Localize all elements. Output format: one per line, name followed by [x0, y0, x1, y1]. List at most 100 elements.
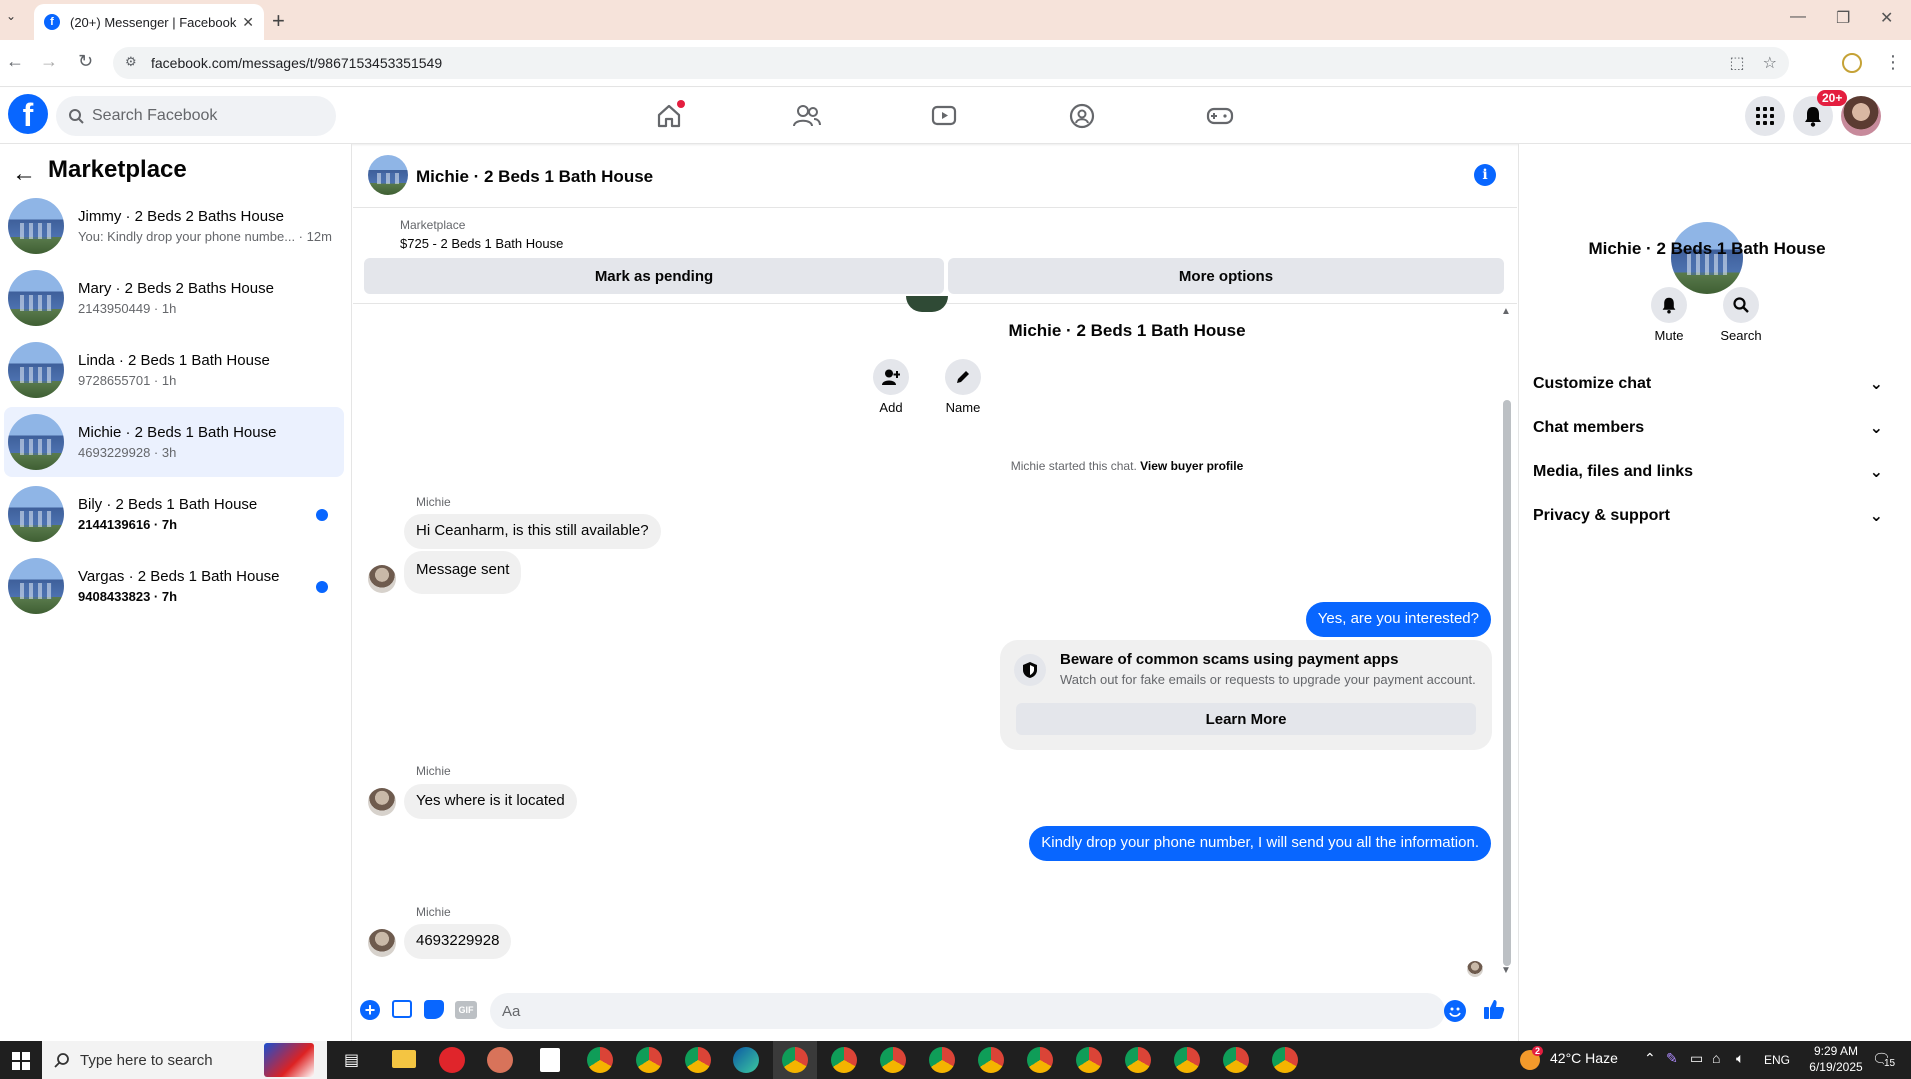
view-buyer-profile-link[interactable]: View buyer profile — [1140, 459, 1243, 473]
mark-as-pending-button[interactable]: Mark as pending — [364, 258, 944, 294]
minimize-button[interactable]: — — [1790, 8, 1806, 26]
thumbs-up-like-icon[interactable] — [1482, 997, 1506, 1021]
media-files-links-section[interactable]: Media, files and links ⌄ — [1533, 452, 1883, 492]
search-in-chat-button[interactable] — [1723, 287, 1759, 323]
chrome-icon[interactable] — [880, 1047, 906, 1073]
incoming-message[interactable]: Hi Ceanharm, is this still available? — [404, 514, 661, 549]
chrome-icon[interactable] — [782, 1047, 808, 1073]
tab-list-chevron-icon[interactable]: ⌄ — [6, 9, 16, 23]
window-close-button[interactable]: ✕ — [1880, 8, 1893, 28]
bookmark-star-icon[interactable]: ☆ — [1763, 53, 1777, 73]
language-indicator[interactable]: ENG — [1764, 1053, 1790, 1067]
chat-scrollbar[interactable] — [1503, 400, 1511, 966]
info-icon[interactable]: i — [1474, 164, 1496, 186]
menu-grid-icon[interactable] — [1745, 96, 1785, 136]
conversation-item[interactable]: Mary · 2 Beds 2 Baths House 2143950449 · … — [4, 263, 344, 333]
search-highlight-image[interactable] — [264, 1043, 314, 1077]
new-tab-button[interactable]: + — [272, 8, 285, 34]
chat-started-text: Michie started this chat. — [1010, 459, 1137, 473]
pen-icon[interactable]: ✎ — [1666, 1050, 1678, 1067]
show-hidden-icons-icon[interactable]: ⌃ — [1644, 1050, 1656, 1067]
opera-icon[interactable] — [439, 1047, 465, 1073]
address-bar[interactable]: ⚙ facebook.com/messages/t/98671534533515… — [113, 47, 1789, 79]
chrome-icon[interactable] — [831, 1047, 857, 1073]
add-person-button[interactable] — [873, 359, 909, 395]
chat-header-avatar[interactable] — [368, 155, 408, 195]
message-input-placeholder: Aa — [502, 1002, 521, 1020]
conversation-item[interactable]: Jimmy · 2 Beds 2 Baths House You: Kindly … — [4, 191, 344, 261]
chrome-icon[interactable] — [929, 1047, 955, 1073]
incoming-message[interactable]: Yes where is it located — [404, 784, 577, 819]
friends-icon[interactable] — [791, 100, 823, 132]
groups-icon[interactable] — [1066, 100, 1098, 132]
chrome-icon[interactable] — [685, 1047, 711, 1073]
unread-dot — [316, 581, 328, 593]
photo-icon[interactable] — [392, 1000, 412, 1018]
emoji-icon[interactable] — [1444, 1000, 1466, 1022]
chrome-icon[interactable] — [636, 1047, 662, 1073]
windows-start-icon[interactable] — [12, 1052, 30, 1070]
conversation-item[interactable]: Linda · 2 Beds 1 Bath House 9728655701 · … — [4, 335, 344, 405]
chrome-icon[interactable] — [1272, 1047, 1298, 1073]
conversation-preview: 4693229928 · 3h — [78, 445, 177, 460]
customize-chat-section[interactable]: Customize chat ⌄ — [1533, 364, 1883, 404]
message-input[interactable]: Aa — [490, 993, 1445, 1029]
user-avatar[interactable] — [1841, 96, 1881, 136]
learn-more-button[interactable]: Learn More — [1016, 703, 1476, 735]
video-icon[interactable] — [928, 100, 960, 132]
chat-members-section[interactable]: Chat members ⌄ — [1533, 408, 1883, 448]
back-arrow-icon[interactable]: ← — [12, 160, 36, 188]
profile-icon[interactable] — [1842, 53, 1862, 73]
weather-text[interactable]: 42°C Haze — [1550, 1050, 1618, 1066]
forward-arrow-icon[interactable]: → — [40, 51, 58, 72]
restore-button[interactable]: ❐ — [1836, 8, 1850, 28]
edge-icon[interactable] — [733, 1047, 759, 1073]
gaming-icon[interactable] — [1204, 100, 1236, 132]
tab-close-icon[interactable]: ✕ — [242, 14, 254, 31]
conversation-preview: 9728655701 · 1h — [78, 373, 177, 388]
chrome-icon[interactable] — [1223, 1047, 1249, 1073]
chrome-icon[interactable] — [1076, 1047, 1102, 1073]
app-icon[interactable] — [487, 1047, 513, 1073]
browser-tab[interactable]: f (20+) Messenger | Facebook ✕ — [34, 4, 264, 40]
listing-title[interactable]: $725 - 2 Beds 1 Bath House — [400, 236, 563, 251]
facebook-search-input[interactable]: Search Facebook — [56, 96, 336, 136]
chevron-down-icon: ⌄ — [1869, 376, 1883, 393]
volume-icon[interactable]: 🔈︎ — [1736, 1050, 1744, 1067]
chrome-icon[interactable] — [1174, 1047, 1200, 1073]
scroll-down-arrow-icon[interactable]: ▼ — [1501, 965, 1511, 976]
sticker-icon[interactable] — [424, 1000, 444, 1019]
battery-icon[interactable]: ▭ — [1690, 1050, 1703, 1067]
outgoing-message[interactable]: Yes, are you interested? — [1305, 602, 1491, 637]
incoming-message[interactable]: Message sent — [404, 551, 522, 594]
mute-button[interactable] — [1651, 287, 1687, 323]
incoming-message[interactable]: 4693229928 — [404, 924, 512, 959]
conversation-item-active[interactable]: Michie · 2 Beds 1 Bath House 4693229928 ·… — [4, 407, 344, 477]
browser-menu-icon[interactable]: ⋮ — [1884, 52, 1902, 73]
home-icon[interactable] — [653, 100, 685, 132]
more-options-button[interactable]: More options — [948, 258, 1504, 294]
task-view-icon[interactable]: ▤ — [344, 1050, 359, 1070]
chat-title[interactable]: Michie · 2 Beds 1 Bath House — [416, 167, 653, 187]
scroll-up-arrow-icon[interactable]: ▲ — [1501, 306, 1511, 317]
conversation-item-unread[interactable]: Vargas · 2 Beds 1 Bath House 9408433823 ·… — [4, 551, 344, 621]
chrome-icon[interactable] — [978, 1047, 1004, 1073]
edit-name-button[interactable] — [945, 359, 981, 395]
install-app-icon[interactable]: ⬚ — [1730, 53, 1745, 73]
privacy-support-section[interactable]: Privacy & support ⌄ — [1533, 496, 1883, 536]
network-icon[interactable]: ⌂ — [1712, 1050, 1720, 1066]
gif-icon[interactable]: GIF — [455, 1001, 477, 1019]
notepad-icon[interactable] — [540, 1048, 560, 1072]
outgoing-message[interactable]: Kindly drop your phone number, I will se… — [1029, 826, 1491, 861]
file-explorer-icon[interactable] — [392, 1050, 416, 1068]
reload-icon[interactable]: ↻ — [78, 51, 93, 72]
conversation-item-unread[interactable]: Bily · 2 Beds 1 Bath House 2144139616 · 7… — [4, 479, 344, 549]
back-arrow-icon[interactable]: ← — [6, 51, 24, 72]
chrome-icon[interactable] — [1125, 1047, 1151, 1073]
chrome-icon[interactable] — [587, 1047, 613, 1073]
facebook-logo-icon[interactable]: f — [8, 94, 48, 134]
site-settings-icon[interactable]: ⚙ — [125, 54, 137, 70]
more-actions-plus-icon[interactable]: + — [360, 1000, 380, 1020]
clock[interactable]: 9:29 AM 6/19/2025 — [1800, 1043, 1872, 1075]
chrome-icon[interactable] — [1027, 1047, 1053, 1073]
